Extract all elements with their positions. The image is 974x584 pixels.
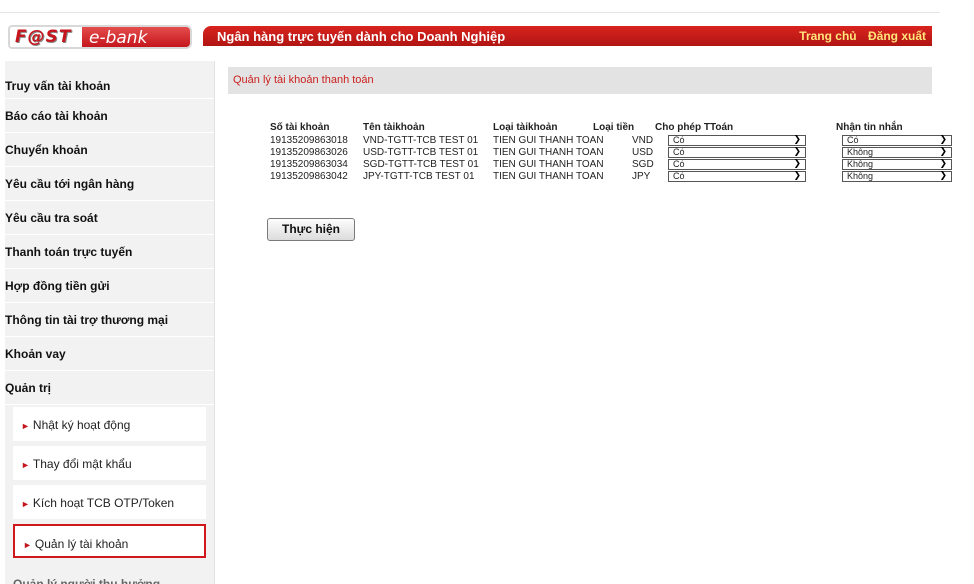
- select-value: Không: [847, 159, 874, 169]
- header-bar: Ngân hàng trực tuyến dành cho Doanh Nghi…: [203, 26, 932, 46]
- select-value: Có: [673, 135, 685, 145]
- submit-button[interactable]: Thực hiện: [267, 218, 355, 241]
- table-row: 19135209863034 SGD-TGTT-TCB TEST 01 TIEN…: [270, 159, 974, 171]
- page-title: Quản lý tài khoản thanh toán: [228, 67, 932, 94]
- sidebar-item-label: Chuyển khoản: [5, 143, 88, 157]
- cell-account-no: 19135209863034: [270, 159, 348, 170]
- logo-ebank-text: e-bank: [82, 25, 192, 49]
- bullet-icon: ►: [21, 421, 30, 431]
- submenu-item-label: Kích hoạt TCB OTP/Token: [32, 496, 175, 510]
- sidebar-item-label: Yêu cầu tới ngân hàng: [5, 177, 135, 191]
- sms-select[interactable]: Không ❯: [842, 159, 952, 170]
- table-row: 19135209863018 VND-TGTT-TCB TEST 01 TIEN…: [270, 135, 974, 147]
- submenu-item-doi-mat-khau[interactable]: ► Thay đổi mật khẩu: [13, 446, 206, 480]
- col-header-account-type: Loại tàikhoản: [493, 122, 558, 133]
- allow-payment-select[interactable]: Có ❯: [668, 171, 806, 182]
- sidebar-item-tai-tro[interactable]: Thông tin tài trợ thương mại: [5, 303, 214, 337]
- home-link[interactable]: Trang chủ: [799, 29, 856, 43]
- sidebar-item-bao-cao[interactable]: Báo cáo tài khoản: [5, 99, 214, 133]
- sidebar-item-label: Thanh toán trực tuyến: [5, 245, 133, 259]
- sidebar-item-label: Yêu cầu tra soát: [5, 211, 98, 225]
- chevron-down-icon: ❯: [939, 170, 947, 180]
- sidebar-item-label: Quản trị: [5, 381, 52, 395]
- header-title: Ngân hàng trực tuyến dành cho Doanh Nghi…: [217, 29, 506, 44]
- submenu-item-label: Thay đổi mật khẩu: [32, 457, 132, 471]
- cell-account-type: TIEN GUI THANH TOAN: [493, 171, 604, 182]
- cell-account-type: TIEN GUI THANH TOAN: [493, 147, 604, 158]
- cell-account-name: USD-TGTT-TCB TEST 01: [363, 147, 479, 158]
- cell-account-name: VND-TGTT-TCB TEST 01: [363, 135, 479, 146]
- bullet-icon: ►: [21, 460, 30, 470]
- sms-select[interactable]: Có ❯: [842, 135, 952, 146]
- submenu-quan-tri: ► Nhật ký hoạt động ► Thay đổi mật khẩu ► K…: [5, 405, 214, 567]
- col-header-account-name: Tên tàikhoản: [363, 122, 425, 133]
- table-row: 19135209863026 USD-TGTT-TCB TEST 01 TIEN…: [270, 147, 974, 159]
- header-links: Trang chủ Đăng xuất: [791, 29, 926, 43]
- sidebar-item-label: Truy vấn tài khoản: [5, 79, 111, 93]
- col-header-allow-payment: Cho phép TToán: [655, 122, 734, 133]
- logo-fast-text: F@ST: [8, 25, 84, 49]
- top-divider: [0, 12, 940, 13]
- sms-select[interactable]: Không ❯: [842, 147, 952, 158]
- chevron-down-icon: ❯: [793, 170, 801, 180]
- submenu-item-nguoi-thu-huong[interactable]: Quản lý người thụ hưởng: [5, 567, 214, 584]
- sidebar-divider: [214, 61, 215, 584]
- sidebar-menu: Truy vấn tài khoản Báo cáo tài khoản Chu…: [5, 61, 214, 584]
- chevron-down-icon: ❯: [793, 134, 801, 144]
- sidebar-item-label: Thông tin tài trợ thương mại: [5, 313, 169, 327]
- bullet-icon: ►: [21, 499, 30, 509]
- chevron-down-icon: ❯: [793, 146, 801, 156]
- sidebar-item-thanh-toan[interactable]: Thanh toán trực tuyến: [5, 235, 214, 269]
- submenu-item-otp-token[interactable]: ► Kích hoạt TCB OTP/Token: [13, 485, 206, 519]
- chevron-down-icon: ❯: [793, 158, 801, 168]
- select-value: Có: [673, 171, 685, 181]
- sidebar-item-label: Hợp đồng tiền gửi: [5, 279, 110, 293]
- select-value: Có: [847, 135, 859, 145]
- cell-account-type: TIEN GUI THANH TOAN: [493, 135, 604, 146]
- sidebar-item-tra-soat[interactable]: Yêu cầu tra soát: [5, 201, 214, 235]
- cell-currency: VND: [632, 135, 654, 146]
- bullet-icon: ►: [23, 540, 32, 550]
- select-value: Không: [847, 147, 874, 157]
- logout-link[interactable]: Đăng xuất: [868, 29, 926, 43]
- cell-account-no: 19135209863042: [270, 171, 348, 182]
- chevron-down-icon: ❯: [939, 158, 947, 168]
- allow-payment-select[interactable]: Có ❯: [668, 159, 806, 170]
- sms-select[interactable]: Không ❯: [842, 171, 952, 182]
- chevron-down-icon: ❯: [939, 134, 947, 144]
- submenu-item-nhat-ky[interactable]: ► Nhật ký hoạt động: [13, 407, 206, 441]
- cell-currency: JPY: [632, 171, 651, 182]
- submenu-item-label: Quản lý tài khoản: [34, 537, 129, 551]
- select-value: Có: [673, 147, 685, 157]
- sidebar-item-truy-van[interactable]: Truy vấn tài khoản: [5, 61, 214, 99]
- col-header-sms: Nhận tin nhắn: [836, 122, 903, 133]
- cell-currency: SGD: [632, 159, 654, 170]
- cell-account-name: JPY-TGTT-TCB TEST 01: [363, 171, 475, 182]
- chevron-down-icon: ❯: [939, 146, 947, 156]
- submenu-item-label: Nhật ký hoạt động: [32, 418, 131, 432]
- col-header-account-no: Số tài khoản: [270, 122, 330, 133]
- sidebar-item-label: Khoản vay: [5, 347, 66, 361]
- cell-account-no: 19135209863018: [270, 135, 348, 146]
- submenu-item-quan-ly-tai-khoan[interactable]: ► Quản lý tài khoản: [13, 524, 206, 558]
- allow-payment-select[interactable]: Có ❯: [668, 135, 806, 146]
- sidebar-item-yeu-cau-ngan-hang[interactable]: Yêu cầu tới ngân hàng: [5, 167, 214, 201]
- sidebar-item-chuyen-khoan[interactable]: Chuyển khoản: [5, 133, 214, 167]
- sidebar-item-khoan-vay[interactable]: Khoản vay: [5, 337, 214, 371]
- table-row: 19135209863042 JPY-TGTT-TCB TEST 01 TIEN…: [270, 171, 974, 183]
- sidebar-item-quan-tri[interactable]: Quản trị: [5, 371, 214, 405]
- select-value: Không: [847, 171, 874, 181]
- sidebar-item-label: Báo cáo tài khoản: [5, 109, 108, 123]
- sidebar-item-hop-dong[interactable]: Hợp đồng tiền gửi: [5, 269, 214, 303]
- allow-payment-select[interactable]: Có ❯: [668, 147, 806, 158]
- cell-currency: USD: [632, 147, 654, 158]
- cell-account-type: TIEN GUI THANH TOAN: [493, 159, 604, 170]
- select-value: Có: [673, 159, 685, 169]
- col-header-currency: Loại tiền: [593, 122, 635, 133]
- fast-ebank-logo: F@ST e-bank: [8, 25, 193, 49]
- cell-account-no: 19135209863026: [270, 147, 348, 158]
- cell-account-name: SGD-TGTT-TCB TEST 01: [363, 159, 479, 170]
